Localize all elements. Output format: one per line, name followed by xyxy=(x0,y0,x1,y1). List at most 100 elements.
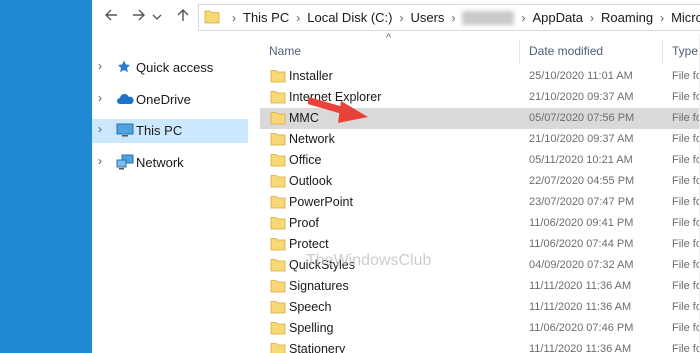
file-name: Stationery xyxy=(289,342,346,353)
file-type: File fo xyxy=(672,112,700,124)
table-row[interactable]: PowerPoint 23/07/2020 07:47 PM File fo xyxy=(260,192,700,213)
forward-button[interactable] xyxy=(128,7,150,27)
chevron-right-icon: › xyxy=(451,10,456,25)
chevron-right-icon[interactable]: › xyxy=(98,59,108,73)
table-row[interactable]: Outlook 22/07/2020 04:55 PM File fo xyxy=(260,171,700,192)
chevron-down-icon xyxy=(152,8,162,26)
chevron-right-icon: › xyxy=(296,10,301,25)
file-date-modified: 11/06/2020 07:44 PM xyxy=(529,238,634,250)
file-type: File fo xyxy=(672,322,700,334)
breadcrumb-username-redacted[interactable] xyxy=(462,10,515,25)
nav-item-label: Quick access xyxy=(136,60,214,75)
arrow-left-icon xyxy=(104,8,118,27)
file-type: File fo xyxy=(672,154,700,166)
computer-icon xyxy=(116,122,134,138)
breadcrumb-appdata[interactable]: AppData xyxy=(532,10,583,25)
file-name: Signatures xyxy=(289,279,349,293)
breadcrumb-local-disk[interactable]: Local Disk (C:) xyxy=(307,10,392,25)
file-name: Outlook xyxy=(289,174,333,188)
back-button[interactable] xyxy=(100,7,122,27)
arrow-up-icon xyxy=(176,8,190,27)
file-type: File fo xyxy=(672,133,700,145)
cloud-icon xyxy=(116,91,134,107)
chevron-right-icon: › xyxy=(399,10,404,25)
breadcrumb-this-pc[interactable]: This PC xyxy=(243,10,289,25)
file-date-modified: 11/06/2020 09:41 PM xyxy=(529,217,634,229)
folder-icon xyxy=(270,279,286,293)
file-type: File fo xyxy=(672,175,700,187)
file-type: File fo xyxy=(672,70,700,82)
file-date-modified: 05/11/2020 10:21 AM xyxy=(529,154,633,166)
column-header-type[interactable]: Type xyxy=(672,44,698,62)
table-row[interactable]: Installer 25/10/2020 11:01 AM File fo xyxy=(260,66,700,87)
network-icon xyxy=(116,154,134,170)
file-name: PowerPoint xyxy=(289,195,353,209)
folder-icon xyxy=(270,258,286,272)
nav-item-this-pc[interactable]: › This PC xyxy=(92,119,248,143)
folder-icon xyxy=(270,195,286,209)
table-row[interactable]: Stationery 11/11/2020 11:36 AM File fo xyxy=(260,339,700,353)
column-divider[interactable] xyxy=(519,40,520,64)
file-list: ^ Name Date modified Type Installer 25/10… xyxy=(260,32,700,353)
file-type: File fo xyxy=(672,217,700,229)
folder-icon xyxy=(270,321,286,335)
file-type: File fo xyxy=(672,238,700,250)
column-header-name[interactable]: Name xyxy=(269,44,301,62)
file-explorer-window: › This PC › Local Disk (C:) › Users › › … xyxy=(92,0,700,353)
chevron-right-icon: › xyxy=(660,10,665,25)
table-row[interactable]: Office 05/11/2020 10:21 AM File fo xyxy=(260,150,700,171)
breadcrumb: › This PC › Local Disk (C:) › Users › › … xyxy=(225,5,700,30)
column-divider[interactable] xyxy=(662,40,663,64)
breadcrumb-users[interactable]: Users xyxy=(410,10,444,25)
folder-icon xyxy=(270,342,286,353)
file-date-modified: 25/10/2020 11:01 AM xyxy=(529,70,633,82)
column-header-date-modified[interactable]: Date modified xyxy=(529,44,603,62)
nav-item-network[interactable]: › Network xyxy=(92,151,248,173)
up-button[interactable] xyxy=(172,7,194,27)
desktop-background xyxy=(0,0,92,353)
nav-item-quick-access[interactable]: › Quick access xyxy=(92,56,248,78)
file-date-modified: 23/07/2020 07:47 PM xyxy=(529,196,635,208)
file-date-modified: 21/10/2020 09:37 AM xyxy=(529,91,634,103)
watermark: TheWindowsClub xyxy=(306,252,432,269)
nav-item-label: Network xyxy=(136,155,184,170)
nav-item-label: This PC xyxy=(136,123,183,138)
folder-icon xyxy=(270,174,286,188)
star-icon xyxy=(116,59,134,75)
breadcrumb-microsoft[interactable]: Microsoft xyxy=(671,10,700,25)
table-row[interactable]: Proof 11/06/2020 09:41 PM File fo xyxy=(260,213,700,234)
file-date-modified: 22/07/2020 04:55 PM xyxy=(529,175,635,187)
table-row[interactable]: Speech 11/11/2020 11:36 AM File fo xyxy=(260,297,700,318)
folder-icon xyxy=(270,111,286,125)
nav-item-label: OneDrive xyxy=(136,92,191,107)
file-date-modified: 11/11/2020 11:36 AM xyxy=(529,343,632,353)
address-bar[interactable]: › This PC › Local Disk (C:) › Users › › … xyxy=(198,4,700,31)
file-date-modified: 05/07/2020 07:56 PM xyxy=(529,112,635,124)
file-type: File fo xyxy=(672,280,700,292)
annotation-arrow-icon xyxy=(308,97,368,123)
chevron-right-icon: › xyxy=(232,10,236,25)
file-date-modified: 21/10/2020 09:37 AM xyxy=(529,133,634,145)
table-row[interactable]: Signatures 11/11/2020 11:36 AM File fo xyxy=(260,276,700,297)
chevron-right-icon[interactable]: › xyxy=(98,122,108,136)
recent-locations-button[interactable] xyxy=(150,7,164,27)
chevron-right-icon: › xyxy=(590,10,595,25)
file-name: Office xyxy=(289,153,322,167)
table-row[interactable]: Network 21/10/2020 09:37 AM File fo xyxy=(260,129,700,150)
file-date-modified: 11/11/2020 11:36 AM xyxy=(529,301,632,313)
nav-item-onedrive[interactable]: › OneDrive xyxy=(92,88,248,110)
file-date-modified: 11/06/2020 07:46 PM xyxy=(529,322,634,334)
folder-icon xyxy=(270,69,286,83)
folder-icon xyxy=(270,90,286,104)
folder-icon xyxy=(270,237,286,251)
file-name: Spelling xyxy=(289,321,334,335)
file-type: File fo xyxy=(672,91,700,103)
file-type: File fo xyxy=(672,196,700,208)
chevron-right-icon[interactable]: › xyxy=(98,91,108,105)
navigation-toolbar: › This PC › Local Disk (C:) › Users › › … xyxy=(92,0,700,34)
breadcrumb-roaming[interactable]: Roaming xyxy=(601,10,653,25)
chevron-right-icon[interactable]: › xyxy=(98,154,108,168)
navigation-pane: › Quick access › OneDrive › This PC › Ne… xyxy=(92,34,248,353)
table-row[interactable]: Spelling 11/06/2020 07:46 PM File fo xyxy=(260,318,700,339)
file-name: Speech xyxy=(289,300,332,314)
